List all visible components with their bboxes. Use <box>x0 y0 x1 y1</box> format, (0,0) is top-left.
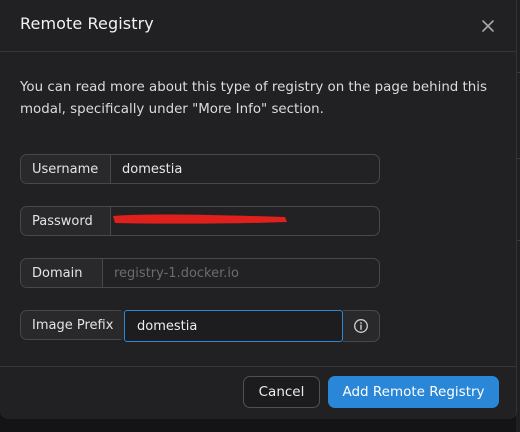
cancel-button[interactable]: Cancel <box>243 376 320 408</box>
redaction-mark <box>113 214 287 224</box>
image-prefix-field-group: Image Prefix <box>20 310 126 340</box>
domain-input[interactable]: registry-1.docker.io <box>103 259 379 287</box>
close-icon[interactable] <box>476 14 500 38</box>
domain-label: Domain <box>21 259 103 287</box>
modal-description: You can read more about this type of reg… <box>20 80 487 117</box>
username-label: Username <box>21 155 111 183</box>
username-input[interactable]: domestia <box>111 155 379 183</box>
info-icon[interactable] <box>343 310 380 342</box>
password-label: Password <box>21 207 111 235</box>
username-field-group: Username domestia <box>20 154 380 184</box>
remote-registry-modal: Remote Registry You can read more about … <box>0 0 517 419</box>
image-prefix-input[interactable]: domestia <box>124 310 343 342</box>
image-prefix-label: Image Prefix <box>21 311 125 339</box>
modal-title: Remote Registry <box>20 14 154 33</box>
modal-header: Remote Registry <box>0 0 516 52</box>
domain-field-group: Domain registry-1.docker.io <box>20 258 380 288</box>
add-remote-registry-button[interactable]: Add Remote Registry <box>328 376 499 408</box>
